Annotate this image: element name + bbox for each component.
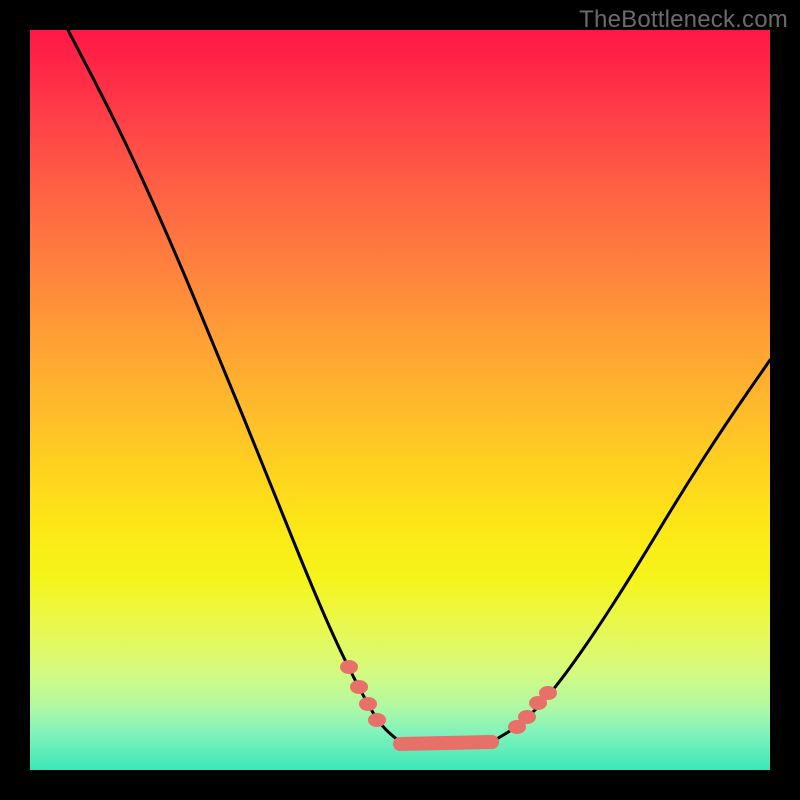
marker-cluster-right	[508, 686, 557, 734]
marker-bottom-dash	[400, 742, 492, 744]
chart-svg	[30, 30, 770, 770]
curve-left-arm	[68, 30, 400, 742]
marker-dot	[350, 680, 368, 694]
marker-dot	[518, 710, 536, 724]
marker-dot	[368, 713, 386, 727]
marker-dot	[340, 660, 358, 674]
curve-right-arm	[495, 360, 770, 740]
marker-dot	[359, 697, 377, 711]
marker-dot	[539, 686, 557, 700]
watermark-text: TheBottleneck.com	[579, 6, 788, 34]
chart-plot-area	[30, 30, 770, 770]
